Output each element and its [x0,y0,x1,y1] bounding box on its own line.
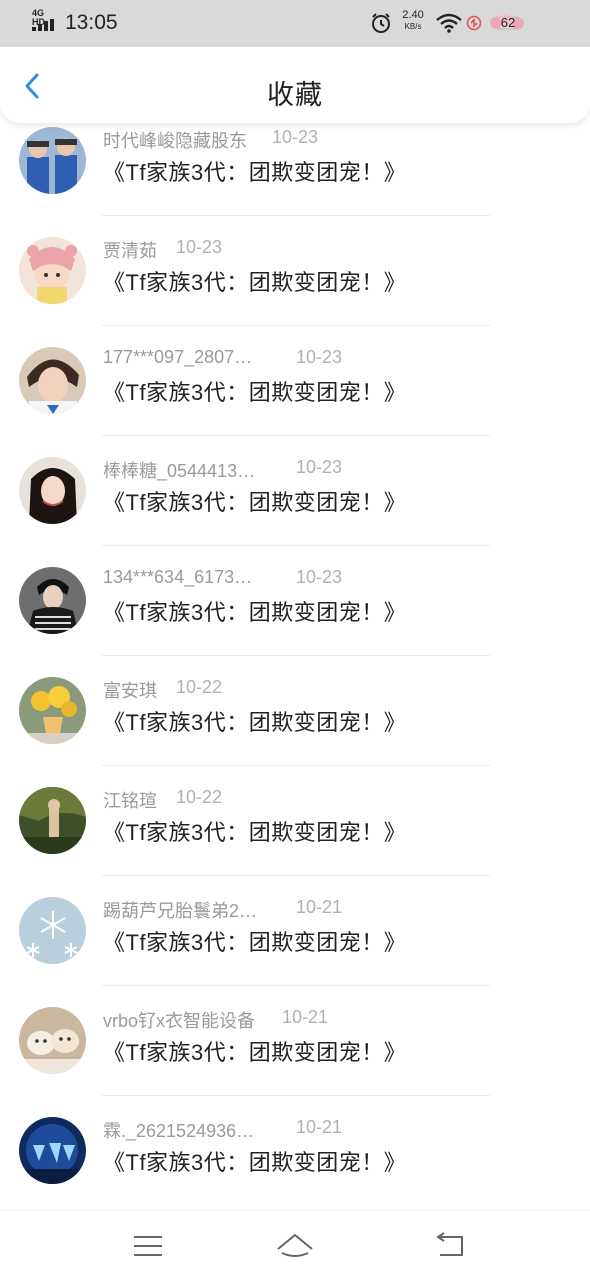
item-meta: 134***634_6173… [103,567,252,588]
avatar[interactable] [19,677,86,744]
status-bar: 4G HD 13:05 2.40 KB/s 62 [0,0,590,47]
system-nav-bar [0,1210,590,1280]
divider [102,325,490,326]
item-date: 10-22 [176,677,223,697]
item-title[interactable]: 《Tf家族3代：团欺变团宠！》 [103,485,406,517]
signal-icon [32,19,54,31]
item-meta: 霖._2621524936… [103,1117,254,1143]
status-right: 2.40 KB/s 62 [370,10,560,36]
item-meta: 贾清茹 [103,237,157,263]
item-title[interactable]: 《Tf家族3代：团欺变团宠！》 [103,1035,406,1067]
avatar[interactable] [19,567,86,634]
item-date: 10-23 [296,457,343,477]
sync-icon [466,15,482,31]
user-name: 踢葫芦兄胎鬟弟2… [103,901,258,921]
item-date: 10-23 [296,347,343,367]
item-date: 10-21 [282,1007,329,1027]
item-date: 10-21 [296,1117,343,1137]
home-button[interactable] [275,1229,315,1263]
item-title[interactable]: 《Tf家族3代：团欺变团宠！》 [103,815,406,847]
item-meta: 江铭瑄 [103,787,157,813]
divider [102,1095,490,1096]
divider [102,215,490,216]
user-name: 时代峰峻隐藏股东 [103,131,247,151]
user-name: 177***097_2807… [103,347,253,367]
avatar[interactable] [19,787,86,854]
divider [102,985,490,986]
item-date: 10-23 [176,237,223,257]
divider [102,875,490,876]
item-date: 10-21 [296,897,343,917]
user-name: 棒棒糖_0544413… [103,461,256,481]
menu-icon [134,1236,162,1256]
avatar[interactable] [19,237,86,304]
user-name: 贾清茹 [103,241,157,261]
speed-value: 2.40 [402,9,424,21]
divider [102,765,490,766]
list-item[interactable]: 贾清茹 10-23 《Tf家族3代：团欺变团宠！》 [0,223,590,333]
item-title[interactable]: 《Tf家族3代：团欺变团宠！》 [103,1145,406,1177]
list-item[interactable]: 江铭瑄 10-22 《Tf家族3代：团欺变团宠！》 [0,773,590,883]
back-arrow-icon [436,1232,463,1256]
item-meta: 踢葫芦兄胎鬟弟2… [103,897,257,923]
avatar[interactable] [19,897,86,964]
list-item[interactable]: 棒棒糖_0544413… 10-23 《Tf家族3代：团欺变团宠！》 [0,443,590,553]
network-speed: 2.40 KB/s [398,10,428,32]
header-bar: 收藏 [0,47,590,123]
item-title[interactable]: 《Tf家族3代：团欺变团宠！》 [103,375,406,407]
divider [102,435,490,436]
list-item[interactable]: 时代峰峻隐藏股东 10-23 《Tf家族3代：团欺变团宠！》 [0,123,590,223]
item-date: 10-22 [176,787,223,807]
item-date: 10-23 [296,567,343,587]
item-date: 10-23 [272,127,319,147]
avatar[interactable] [19,1007,86,1074]
list-item[interactable]: 177***097_2807… 10-23 《Tf家族3代：团欺变团宠！》 [0,333,590,443]
avatar[interactable] [19,1117,86,1184]
wifi-icon [436,13,462,33]
list-item[interactable]: 富安琪 10-22 《Tf家族3代：团欺变团宠！》 [0,663,590,773]
item-title[interactable]: 《Tf家族3代：团欺变团宠！》 [103,265,406,297]
alarm-icon [372,13,390,33]
divider [102,545,490,546]
item-meta: 富安琪 [103,677,157,703]
item-title[interactable]: 《Tf家族3代：团欺变团宠！》 [103,705,406,737]
user-name: 霖._2621524936… [103,1121,255,1141]
user-name: 134***634_6173… [103,567,253,587]
back-nav-button[interactable] [430,1229,470,1263]
item-title[interactable]: 《Tf家族3代：团欺变团宠！》 [103,595,406,627]
list-item[interactable]: 霖._2621524936… 10-21 《Tf家族3代：团欺变团宠！》 [0,1103,590,1210]
battery-level: 62 [500,15,516,30]
speed-unit: KB/s [404,22,422,31]
item-meta: vrbo钌x衣智能设备 [103,1007,255,1033]
list-item[interactable]: 踢葫芦兄胎鬟弟2… 10-21 《Tf家族3代：团欺变团宠！》 [0,883,590,993]
user-name: 富安琪 [103,681,157,701]
menu-button[interactable] [128,1229,168,1263]
list-item[interactable]: vrbo钌x衣智能设备 10-21 《Tf家族3代：团欺变团宠！》 [0,993,590,1103]
divider [102,655,490,656]
item-meta: 177***097_2807… [103,347,252,368]
clock: 13:05 [65,11,118,34]
list-item[interactable]: 134***634_6173… 10-23 《Tf家族3代：团欺变团宠！》 [0,553,590,663]
user-name: vrbo钌x衣智能设备 [103,1011,256,1031]
favorites-list: 时代峰峻隐藏股东 10-23 《Tf家族3代：团欺变团宠！》 贾清茹 10-23… [0,123,590,1210]
item-title[interactable]: 《Tf家族3代：团欺变团宠！》 [103,155,406,187]
item-meta: 棒棒糖_0544413… [103,457,255,483]
avatar[interactable] [19,347,86,414]
item-title[interactable]: 《Tf家族3代：团欺变团宠！》 [103,925,406,957]
avatar[interactable] [19,127,86,194]
avatar[interactable] [19,457,86,524]
item-meta: 时代峰峻隐藏股东 [103,127,247,153]
page-title: 收藏 [267,80,323,110]
home-icon [277,1233,313,1257]
user-name: 江铭瑄 [103,791,157,811]
